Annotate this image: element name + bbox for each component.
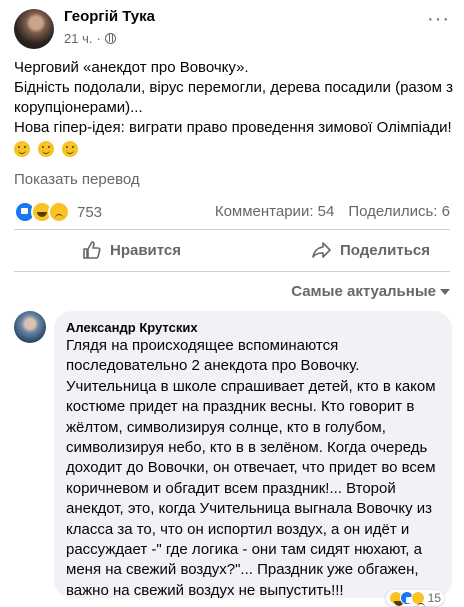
smiling-face-icon [62, 141, 78, 157]
comment-author-name[interactable]: Александр Крутских [66, 319, 440, 336]
comment-line: последовательно 2 анекдота про Вовочку. [66, 357, 360, 375]
comment-reactions[interactable]: 15 [385, 590, 444, 606]
author-avatar[interactable] [14, 9, 54, 49]
comment-line: коричневом и обгадит всем праздник!... В… [66, 479, 396, 497]
reactions-summary[interactable]: 753 [14, 201, 102, 223]
post-time[interactable]: 21 ч. [64, 31, 92, 46]
comment-line: меня на свежий воздух?"... Праздник уже … [66, 561, 419, 579]
share-button[interactable]: Поделиться [312, 240, 430, 260]
like-label: Нравится [110, 241, 182, 259]
shares-count-link[interactable]: Поделились: 6 [348, 203, 450, 220]
like-button[interactable]: Нравится [82, 240, 181, 260]
comment-bubble: Александр Крутских Глядя на происходящее… [54, 311, 452, 606]
comment-line: доходит до Вовочки, он отвечает, что при… [66, 459, 436, 477]
sort-label: Самые актуальные [291, 283, 436, 300]
comment-line: анекдот, это, когда Учительница выгнала … [66, 500, 433, 518]
post-line: Бідність подолали, вірус перемогли, дере… [14, 79, 453, 96]
comment-line: важно на свежий воздух не выпустить!!! [66, 581, 344, 599]
comments-count-link[interactable]: Комментарии: 54 [215, 203, 335, 220]
globe-icon [104, 33, 116, 44]
comment-sort-dropdown[interactable]: Самые актуальные [291, 283, 450, 300]
comment-line: Учительница в школе спрашивает детей, кт… [66, 377, 436, 395]
comment-line: Глядя на происходящее вспоминаются [66, 337, 339, 354]
thumbs-up-icon [83, 241, 101, 259]
chevron-down-icon [440, 289, 450, 296]
share-arrow-icon [312, 242, 331, 258]
comment-text: Глядя на происходящее вспоминаются после… [66, 336, 440, 601]
post-body: Черговий «анекдот про Вовочку». Бідність… [14, 58, 464, 157]
comment-line: рассуждает -" где логика - они там сидят… [66, 541, 422, 559]
smiling-face-icon [14, 141, 30, 157]
reaction-count: 753 [77, 203, 103, 221]
sad-icon [48, 201, 70, 223]
comment-line: символизируя небо, кто в в зелёном. Когд… [66, 439, 428, 457]
comment-line: класса за то, что он испортил воздух, а … [66, 520, 410, 538]
commenter-avatar[interactable] [14, 311, 46, 343]
sad-icon [410, 591, 425, 605]
divider [14, 271, 450, 272]
comment-reaction-count: 15 [427, 591, 441, 605]
comment-line: костюме придет на праздник весны. Кто го… [66, 398, 415, 416]
smiling-face-icon [38, 141, 54, 157]
emoji-row [14, 141, 464, 157]
post-line: Черговий «анекдот про Вовочку». [14, 59, 249, 76]
more-horizontal-icon[interactable]: ··· [427, 9, 450, 29]
post-line: Нова гіпер-ідея: виграти право проведенн… [14, 119, 452, 136]
post-stats: Комментарии: 54 Поделились: 6 [215, 203, 450, 220]
post-line: корупціонерами)... [14, 99, 143, 116]
post-author-name[interactable]: Георгій Тука [64, 8, 155, 25]
comment-line: жёлтом, символизируя солнце, кто в голуб… [66, 418, 386, 436]
divider [14, 229, 450, 230]
show-translation-link[interactable]: Показать перевод [14, 171, 140, 188]
post-meta: 21 ч. · [64, 31, 116, 46]
share-label: Поделиться [340, 241, 431, 259]
